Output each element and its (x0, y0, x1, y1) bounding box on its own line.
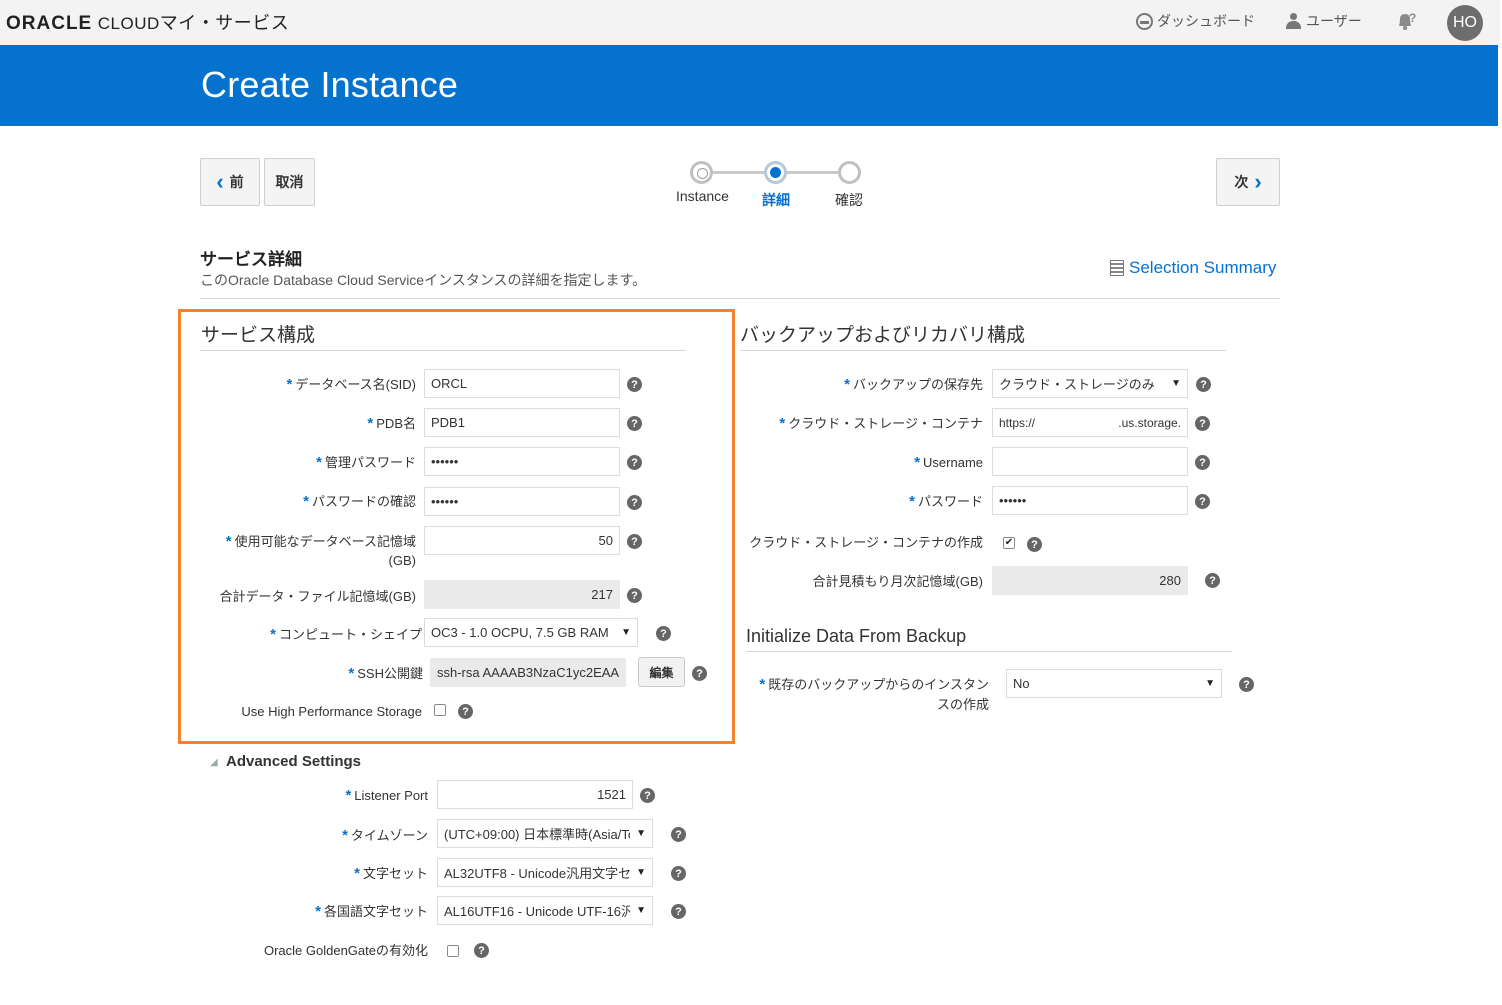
selection-summary-label: Selection Summary (1129, 258, 1277, 277)
logo-cloud-text: CLOUD (97, 14, 160, 33)
storage-container-prefix: https:// (999, 415, 1036, 430)
train-label-details[interactable]: 詳細 (762, 190, 790, 210)
monthly-storage-label: 合計見積もり月次記憶域(GB) (812, 574, 983, 589)
dashboard-icon (1136, 12, 1153, 30)
timezone-value: (UTC+09:00) 日本標準時(Asia/To (444, 827, 630, 842)
summary-list-icon (1110, 260, 1124, 276)
create-container-checkbox[interactable]: ✔ (1003, 537, 1015, 549)
storage-container-label: * クラウド・ストレージ・コンテナ (779, 415, 983, 432)
backup-password-input[interactable]: •••••• (992, 486, 1188, 515)
help-icon[interactable]: ? (1239, 677, 1254, 692)
create-container-label: クラウド・ストレージ・コンテナの作成 (749, 535, 983, 550)
required-marker: * (759, 676, 766, 693)
collapse-triangle-icon[interactable]: ◢ (210, 757, 218, 768)
required-marker: * (914, 454, 921, 471)
help-icon[interactable]: ? (1205, 573, 1220, 588)
chevron-right-icon: › (1254, 169, 1262, 194)
timezone-label: * タイムゾーン (342, 827, 428, 844)
backup-config-divider (740, 350, 1226, 351)
storage-container-suffix: .us.storage. (1118, 415, 1181, 430)
cancel-button[interactable]: 取消 (264, 158, 315, 206)
users-label: ユーザー (1306, 13, 1362, 29)
create-from-backup-label-line2: スの作成 (936, 697, 989, 712)
help-icon[interactable]: ? (640, 788, 655, 803)
oracle-cloud-logo[interactable]: ORACLE CLOUDマイ・サービス (6, 9, 289, 35)
dashboard-label: ダッシュボード (1157, 13, 1255, 29)
help-icon[interactable]: ? (474, 943, 489, 958)
help-icon[interactable]: ? (1195, 455, 1210, 470)
help-icon[interactable]: ? (671, 827, 686, 842)
charset-value: AL32UTF8 - Unicode汎用文字セ (444, 866, 630, 881)
details-heading: サービス詳細 (200, 250, 302, 269)
listener-port-label: * Listener Port (345, 787, 428, 804)
train-label-confirm[interactable]: 確認 (835, 190, 863, 210)
train-stop-instance[interactable] (690, 161, 713, 184)
next-button-label: 次 (1234, 174, 1249, 190)
details-divider (200, 298, 1280, 299)
required-marker: * (779, 415, 786, 432)
page-title: Create Instance (201, 64, 459, 105)
dropdown-arrow-icon: ▼ (636, 828, 646, 839)
highlight-annotation-box (178, 309, 735, 744)
backup-destination-value: クラウド・ストレージのみ (999, 377, 1155, 392)
user-avatar[interactable]: HO (1447, 5, 1483, 41)
backup-destination-label: * バックアップの保存先 (844, 376, 983, 393)
monthly-storage-value: 280 (992, 566, 1188, 595)
dropdown-arrow-icon: ▼ (1205, 678, 1215, 689)
cancel-button-label: 取消 (275, 174, 304, 190)
required-marker: * (909, 493, 915, 510)
next-button[interactable]: 次 › (1216, 158, 1280, 206)
train-stop-details[interactable] (764, 161, 787, 184)
required-marker: * (315, 903, 321, 920)
create-from-backup-value: No (1013, 676, 1030, 691)
national-charset-select[interactable]: AL16UTF16 - Unicode UTF-16汎 ▼ (437, 896, 653, 925)
dropdown-arrow-icon: ▼ (636, 867, 646, 878)
help-icon[interactable]: ? (1195, 494, 1210, 509)
help-icon[interactable]: ? (1027, 537, 1042, 552)
back-button-label: 前 (229, 174, 244, 190)
dropdown-arrow-icon: ▼ (1171, 378, 1181, 389)
listener-port-input[interactable]: 1521 (437, 780, 633, 809)
storage-container-input[interactable]: https:// .us.storage. (992, 408, 1188, 437)
init-from-backup-title: Initialize Data From Backup (746, 626, 967, 646)
charset-label: * 文字セット (354, 865, 428, 882)
chevron-left-icon: ‹ (216, 169, 224, 194)
details-description: このOracle Database Cloud Serviceインスタンスの詳細… (200, 272, 647, 288)
users-link[interactable]: ユーザー (1285, 11, 1362, 31)
dashboard-link[interactable]: ダッシュボード (1136, 11, 1255, 31)
logo-oracle-text: ORACLE (6, 13, 93, 34)
help-icon[interactable]: ? (671, 866, 686, 881)
my-services-label: マイ・サービス (159, 13, 290, 33)
help-icon[interactable]: ? (1195, 416, 1210, 431)
create-from-backup-label: * 既存のバックアップからのインスタン (759, 676, 989, 693)
required-marker: * (345, 787, 352, 804)
timezone-select[interactable]: (UTC+09:00) 日本標準時(Asia/To ▼ (437, 819, 653, 848)
help-icon[interactable]: ? (1196, 377, 1211, 392)
train-label-instance[interactable]: Instance (676, 188, 729, 204)
username-label: * Username (914, 454, 983, 471)
national-charset-label: * 各国語文字セット (315, 903, 428, 920)
backup-destination-select[interactable]: クラウド・ストレージのみ ▼ (992, 369, 1188, 398)
national-charset-value: AL16UTF16 - Unicode UTF-16汎 (444, 904, 630, 919)
charset-select[interactable]: AL32UTF8 - Unicode汎用文字セ ▼ (437, 858, 653, 887)
svg-text:?: ? (1409, 11, 1416, 25)
goldengate-checkbox[interactable] (447, 945, 459, 957)
selection-summary-link[interactable]: Selection Summary (1110, 258, 1276, 278)
required-marker: * (354, 865, 360, 882)
help-icon[interactable]: ? (671, 904, 686, 919)
users-icon (1285, 13, 1302, 29)
bell-question-icon[interactable]: ? (1395, 10, 1417, 32)
train-stop-confirm[interactable] (838, 161, 861, 184)
init-from-backup-divider (746, 651, 1232, 652)
advanced-settings-toggle[interactable]: Advanced Settings (226, 753, 361, 770)
username-input[interactable] (992, 447, 1188, 476)
dropdown-arrow-icon: ▼ (636, 905, 646, 916)
goldengate-label: Oracle GoldenGateの有効化 (263, 943, 428, 958)
backup-config-title: バックアップおよびリカバリ構成 (740, 325, 1026, 346)
create-from-backup-select[interactable]: No ▼ (1006, 669, 1222, 698)
required-marker: * (844, 376, 850, 393)
required-marker: * (342, 827, 348, 844)
back-button[interactable]: ‹ 前 (200, 158, 260, 206)
backup-password-label: * パスワード (909, 493, 983, 510)
